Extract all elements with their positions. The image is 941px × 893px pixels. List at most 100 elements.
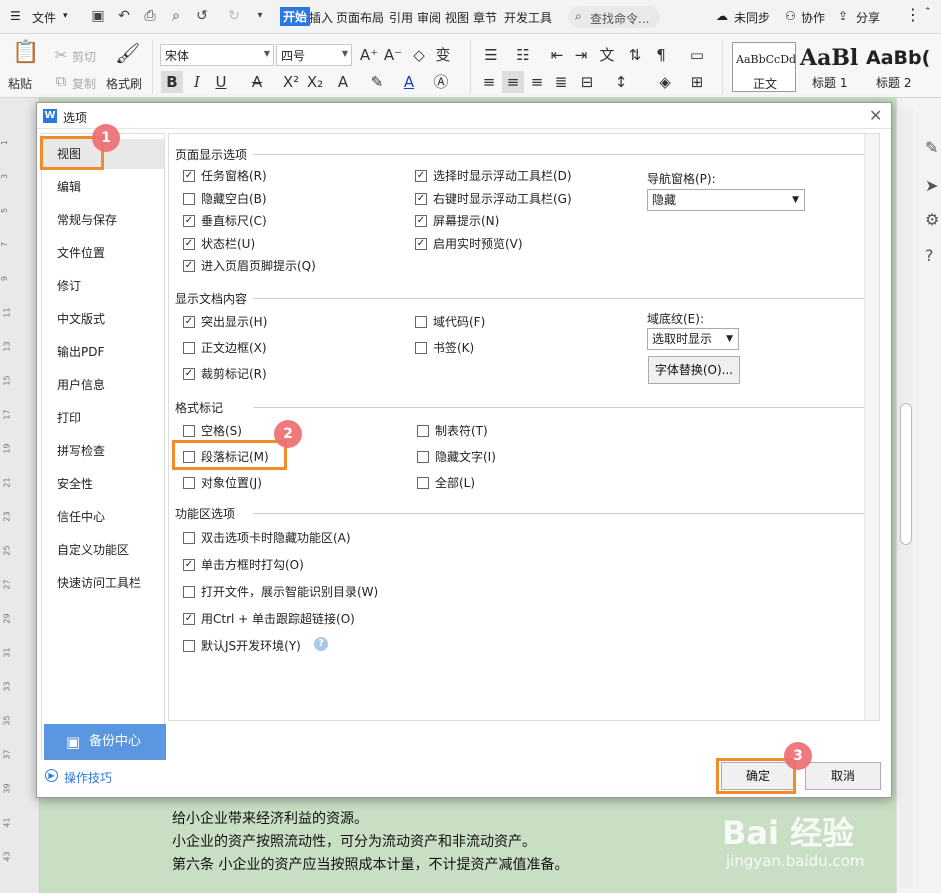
tab-chapter[interactable]: 章节: [473, 9, 497, 26]
grow-font-icon[interactable]: A⁺: [358, 44, 380, 66]
ok-button[interactable]: 确定: [721, 762, 795, 790]
font-size-combo[interactable]: 四号 ▼: [276, 44, 352, 66]
tab-view[interactable]: 视图: [445, 9, 469, 26]
font-color-icon[interactable]: A: [398, 71, 420, 93]
option-checkbox[interactable]: ✓ 突出显示(H): [183, 314, 267, 330]
style-heading-1[interactable]: AaBl 标题 1: [798, 42, 864, 92]
text-effect-icon[interactable]: A: [332, 71, 354, 93]
checkbox-icon[interactable]: [417, 425, 429, 437]
check-icon[interactable]: ✓: [415, 215, 427, 227]
option-checkbox[interactable]: ✓ 任务窗格(R): [183, 168, 267, 184]
borders-icon[interactable]: ⊞: [686, 71, 708, 93]
print-preview-icon[interactable]: ⌕: [166, 6, 186, 26]
cancel-button[interactable]: 取消: [805, 762, 881, 790]
checkbox-icon[interactable]: [183, 425, 195, 437]
print-icon[interactable]: ⎙: [140, 6, 160, 26]
nav-item[interactable]: 文件位置: [42, 238, 164, 268]
highlight-icon[interactable]: ✎: [366, 71, 388, 93]
check-icon[interactable]: ✓: [183, 170, 195, 182]
nav-item[interactable]: 打印: [42, 403, 164, 433]
bullet-list-icon[interactable]: ☰: [480, 44, 502, 66]
option-checkbox[interactable]: ✓ 用Ctrl + 单击跟踪超链接(O): [183, 611, 355, 627]
scroll-thumb[interactable]: [900, 403, 912, 545]
tips-link[interactable]: 操作技巧: [64, 769, 112, 786]
underline-icon[interactable]: U: [210, 71, 232, 93]
option-checkbox[interactable]: 书签(K): [415, 340, 474, 356]
customize-toolbar-icon[interactable]: ▾: [250, 6, 270, 26]
checkbox-icon[interactable]: [183, 451, 195, 463]
options-scrollbar[interactable]: [864, 134, 879, 720]
cut-icon[interactable]: ✂: [50, 44, 72, 66]
cut-button[interactable]: 剪切: [72, 48, 96, 65]
check-icon[interactable]: ✓: [415, 237, 427, 250]
nav-item[interactable]: 信任中心: [42, 502, 164, 532]
nav-item[interactable]: 编辑: [42, 172, 164, 202]
check-icon[interactable]: ✓: [183, 368, 195, 380]
tab-review[interactable]: 审阅: [417, 9, 441, 26]
option-checkbox[interactable]: 默认JS开发环境(Y): [183, 638, 301, 654]
subscript-icon[interactable]: X₂: [304, 71, 326, 93]
nav-item[interactable]: 用户信息: [42, 370, 164, 400]
tab-page-layout[interactable]: 页面布局: [336, 9, 384, 26]
sort-icon[interactable]: ⇅: [624, 44, 646, 66]
nav-item[interactable]: 中文版式: [42, 304, 164, 334]
nav-item[interactable]: 常规与保存: [42, 205, 164, 235]
decrease-indent-icon[interactable]: ⇤: [546, 44, 568, 66]
check-icon[interactable]: ✓: [183, 613, 195, 625]
tab-references[interactable]: 引用: [389, 9, 413, 26]
option-checkbox[interactable]: 空格(S): [183, 423, 242, 439]
format-painter-icon[interactable]: 🖌: [115, 42, 140, 70]
help-icon[interactable]: ?: [314, 637, 328, 651]
copy-button[interactable]: 复制: [72, 75, 96, 92]
char-border-icon[interactable]: Ⓐ: [430, 71, 452, 93]
undo-icon[interactable]: ↺: [192, 6, 212, 26]
check-icon[interactable]: ✓: [415, 192, 427, 205]
checkbox-icon[interactable]: [183, 192, 195, 205]
tab-insert[interactable]: 插入: [309, 9, 333, 26]
file-menu[interactable]: 文件: [32, 9, 56, 26]
tab-developer[interactable]: 开发工具: [504, 9, 552, 26]
checkbox-icon[interactable]: [417, 451, 429, 463]
paste-icon[interactable]: 📋: [12, 42, 39, 70]
option-checkbox[interactable]: ✓ 进入页眉页脚提示(Q): [183, 258, 316, 274]
table-tools-icon[interactable]: ▭: [686, 44, 708, 66]
nav-item[interactable]: 拼写检查: [42, 436, 164, 466]
option-checkbox[interactable]: ✓ 屏幕提示(N): [415, 213, 499, 229]
option-checkbox[interactable]: 制表符(T): [417, 423, 488, 439]
hamburger-icon[interactable]: ☰: [10, 9, 21, 23]
superscript-icon[interactable]: X²: [280, 71, 302, 93]
align-left-icon[interactable]: ≡: [478, 71, 500, 93]
check-icon[interactable]: ✓: [183, 215, 195, 227]
checkbox-icon[interactable]: [183, 342, 195, 354]
option-checkbox[interactable]: 段落标记(M): [183, 449, 269, 465]
increase-indent-icon[interactable]: ⇥: [570, 44, 592, 66]
option-checkbox[interactable]: ✓ 启用实时预览(V): [415, 236, 523, 252]
close-icon[interactable]: ✕: [869, 106, 882, 125]
check-icon[interactable]: ✓: [183, 559, 195, 571]
command-search[interactable]: ⌕ 查找命令...: [568, 6, 660, 28]
collab-button[interactable]: 协作: [801, 9, 825, 26]
nav-item[interactable]: 修订: [42, 271, 164, 301]
checkbox-icon[interactable]: [415, 316, 427, 328]
nav-item[interactable]: 安全性: [42, 469, 164, 499]
sync-status[interactable]: 未同步: [734, 9, 770, 26]
nav-pane-select[interactable]: 隐藏 ▼: [647, 189, 805, 211]
strikethrough-icon[interactable]: A: [246, 71, 268, 93]
show-marks-icon[interactable]: ¶: [650, 44, 672, 66]
option-checkbox[interactable]: 双击选项卡时隐藏功能区(A): [183, 530, 351, 546]
tab-home[interactable]: 开始: [280, 7, 311, 26]
option-checkbox[interactable]: ✓ 右键时显示浮动工具栏(G): [415, 191, 572, 207]
undo-history-icon[interactable]: ↶: [114, 6, 134, 26]
phonetic-icon[interactable]: 变: [432, 44, 454, 66]
check-icon[interactable]: ✓: [183, 316, 195, 328]
save-icon[interactable]: ▣: [88, 6, 108, 26]
option-checkbox[interactable]: ✓ 单击方框时打勾(O): [183, 557, 304, 573]
field-shading-select[interactable]: 选取时显示 ▼: [647, 328, 739, 350]
option-checkbox[interactable]: 域代码(F): [415, 314, 485, 330]
justify-icon[interactable]: ≣: [550, 71, 572, 93]
backup-center-button[interactable]: ▣ 备份中心: [44, 724, 166, 760]
check-icon[interactable]: ✓: [183, 260, 195, 272]
format-painter-button[interactable]: 格式刷: [106, 75, 142, 92]
option-checkbox[interactable]: ✓ 垂直标尺(C): [183, 213, 267, 229]
option-checkbox[interactable]: 对象位置(J): [183, 475, 262, 491]
